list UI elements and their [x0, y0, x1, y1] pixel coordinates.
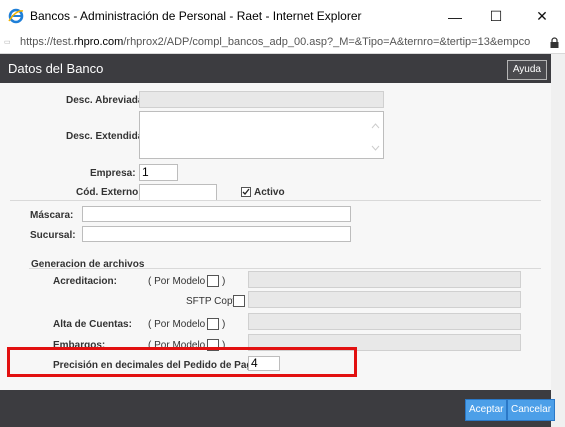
sftp-copy-input[interactable] [248, 291, 521, 308]
minimize-button[interactable]: — [432, 0, 478, 33]
page-title: Datos del Banco [8, 61, 104, 76]
sftp-copy-checkbox[interactable] [233, 295, 245, 307]
cod-externo-label: Cód. Externo: [76, 187, 142, 198]
sftp-copy-label: SFTP Copy [186, 296, 238, 307]
page-icon: ▭ [4, 39, 11, 46]
cod-externo-input[interactable] [139, 184, 217, 201]
por-modelo-open-text: ( Por Modelo [148, 276, 206, 287]
desc-extendida-textarea[interactable] [139, 111, 384, 159]
window-title: Bancos - Administración de Personal - Ra… [30, 9, 362, 23]
acreditacion-label: Acreditacion: [53, 276, 117, 287]
empresa-label: Empresa: [90, 168, 136, 179]
desc-abreviada-label: Desc. Abreviada: [66, 95, 147, 106]
sucursal-input[interactable] [82, 226, 351, 242]
sucursal-label: Sucursal: [30, 230, 76, 241]
cancel-button[interactable]: Cancelar [507, 399, 556, 421]
address-bar[interactable]: ▭ https://test.rhpro.com/rhprox2/ADP/com… [0, 33, 565, 54]
desc-abreviada-input[interactable] [139, 91, 384, 108]
acreditacion-modelo-input[interactable] [248, 271, 521, 288]
mascara-input[interactable] [82, 206, 351, 222]
scrollbar[interactable] [551, 54, 565, 427]
activo-label: Activo [254, 187, 285, 198]
accept-button[interactable]: Aceptar [465, 399, 508, 421]
url-text[interactable]: https://test.rhpro.com/rhprox2/ADP/compl… [20, 36, 530, 48]
help-button[interactable]: Ayuda [506, 60, 547, 80]
por-modelo-close-text: ) [222, 319, 226, 330]
por-modelo-close-text: ) [222, 276, 226, 287]
acreditacion-por-modelo-checkbox[interactable] [207, 275, 219, 287]
alta-cuentas-label: Alta de Cuentas: [53, 319, 132, 330]
por-modelo-open-text: ( Por Modelo [148, 319, 206, 330]
alta-cuentas-por-modelo-checkbox[interactable] [207, 318, 219, 330]
alta-cuentas-modelo-input[interactable] [248, 313, 521, 330]
dialog-footer: Aceptar Cancelar [0, 390, 556, 427]
checkmark-icon [242, 188, 250, 195]
lock-icon [550, 37, 559, 48]
highlight-box [7, 347, 357, 377]
close-button[interactable]: ✕ [519, 0, 565, 33]
desc-extendida-label: Desc. Extendida: [66, 131, 147, 142]
section-divider [29, 268, 541, 269]
divider [10, 200, 541, 201]
activo-checkbox[interactable] [241, 187, 251, 197]
window-titlebar: Bancos - Administración de Personal - Ra… [0, 0, 565, 34]
app-header: Datos del Banco Ayuda [0, 54, 551, 83]
textarea-scroll-arrows-icon[interactable] [371, 122, 380, 152]
mascara-label: Máscara: [30, 210, 74, 221]
internet-explorer-icon [8, 8, 24, 24]
empresa-input[interactable]: 1 [139, 164, 178, 181]
maximize-button[interactable]: ☐ [473, 0, 519, 33]
